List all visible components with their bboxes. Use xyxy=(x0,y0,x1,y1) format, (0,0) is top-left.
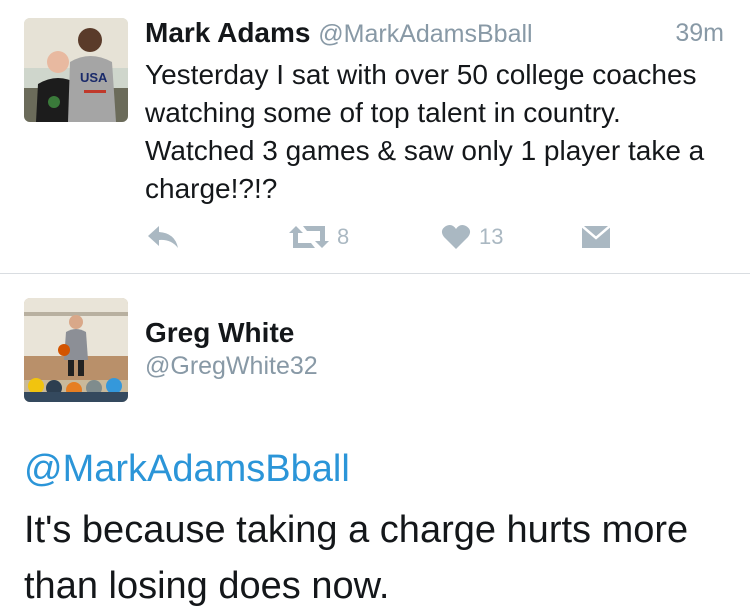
reply-mention-link[interactable]: @MarkAdamsBball xyxy=(24,448,350,491)
avatar-photo xyxy=(24,298,128,402)
author-name[interactable]: Mark Adams xyxy=(145,17,310,48)
avatar-greg-white[interactable] xyxy=(24,298,128,402)
reply-icon xyxy=(148,226,178,248)
like-count: 13 xyxy=(479,224,504,249)
direct-message-icon xyxy=(581,225,611,248)
tweet-text: Yesterday I sat with over 50 college coa… xyxy=(145,59,705,204)
tweet-divider xyxy=(0,273,750,274)
direct-message-button[interactable] xyxy=(581,220,611,254)
reply-button[interactable] xyxy=(147,220,179,254)
like-icon xyxy=(441,225,471,249)
tweet-mark-adams[interactable]: USA Mark Adams @MarkAdamsBball 39m Yeste… xyxy=(0,0,750,274)
reply-author-handle[interactable]: @GregWhite32 xyxy=(145,352,318,381)
avatar-photo: USA xyxy=(24,18,128,122)
author-handle[interactable]: @MarkAdamsBball xyxy=(318,20,532,48)
retweet-button[interactable]: 8 xyxy=(287,220,349,254)
reply-author-name[interactable]: Greg White xyxy=(145,317,294,349)
retweet-icon xyxy=(289,226,329,248)
tweet-actions: 8 13 xyxy=(145,220,730,254)
reply-text: It's because taking a charge hurts more … xyxy=(24,509,689,607)
avatar-jersey-text: USA xyxy=(80,70,108,85)
like-button[interactable]: 13 xyxy=(441,220,503,254)
retweet-count: 8 xyxy=(337,224,350,249)
avatar-mark-adams[interactable]: USA xyxy=(24,18,128,122)
tweet-author[interactable]: Mark Adams @MarkAdamsBball xyxy=(145,17,533,49)
tweet-timestamp[interactable]: 39m xyxy=(675,19,724,48)
